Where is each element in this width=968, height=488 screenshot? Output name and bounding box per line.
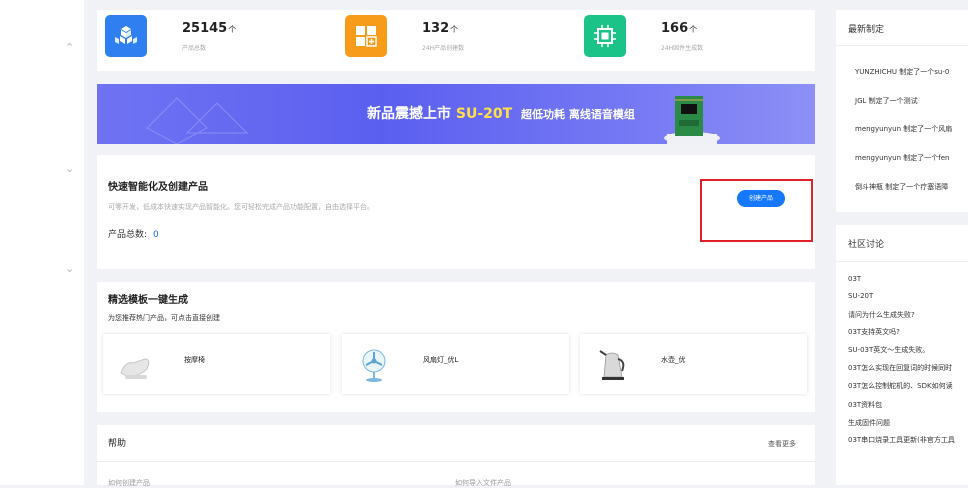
template-card-massage-chair[interactable]: 按摩椅 xyxy=(103,334,330,394)
help-more-link[interactable]: 查看更多 xyxy=(768,439,796,449)
template-card-fan-light[interactable]: 风扇灯_优L xyxy=(342,334,569,394)
help-item[interactable]: 如何创建产品 xyxy=(108,478,150,488)
discussion-item[interactable]: 请问为什么生成失败? xyxy=(848,310,915,320)
product-count: 产品总数: 0 xyxy=(108,230,159,240)
template-name: 水壶_优 xyxy=(661,356,686,364)
recent-item[interactable]: mengyunyun 制定了一个风扇 xyxy=(855,124,952,134)
divider xyxy=(836,45,968,46)
banner-subheadline: 超低功耗 离线语音模组 xyxy=(521,108,635,121)
kettle-image xyxy=(599,350,625,380)
help-title: 帮助 xyxy=(108,439,127,449)
template-card-kettle[interactable]: 水壶_优 xyxy=(580,334,807,394)
products-created-value: 132个 xyxy=(422,21,459,36)
template-name: 风扇灯_优L xyxy=(423,356,459,364)
discussion-item[interactable]: 03T串口烧录工具更新(非官方工具 xyxy=(848,435,955,445)
templates-subtitle: 为您推荐热门产品，可点击直接创建 xyxy=(108,314,220,322)
templates-title: 精选模板一键生成 xyxy=(108,295,188,306)
firmware-chip-icon xyxy=(584,15,626,57)
quick-create-title: 快速智能化及创建产品 xyxy=(108,182,208,193)
chevron-up-icon[interactable]: ⌃ xyxy=(65,42,74,53)
discussion-item[interactable]: 03T怎么控制舵机的、SDK如何读 xyxy=(848,381,953,391)
product-total-caption: 产品总数 xyxy=(182,45,207,52)
create-product-button[interactable]: 创建产品 xyxy=(737,190,785,207)
divider xyxy=(97,461,815,462)
template-name: 按摩椅 xyxy=(184,356,205,364)
stats-card xyxy=(97,10,815,71)
divider xyxy=(836,261,968,262)
product-total-value: 25145个 xyxy=(182,21,237,36)
banner-headline: 新品震撼上市 SU-20T xyxy=(367,106,513,122)
recent-item[interactable]: mengyunyun 制定了一个fen xyxy=(855,153,949,163)
help-card xyxy=(97,425,815,485)
products-created-caption: 24H产品创建数 xyxy=(422,45,465,52)
recent-item[interactable]: 倒斗神瓶 制定了一个疗塞语障 xyxy=(855,182,948,192)
chevron-down-icon[interactable]: ⌄ xyxy=(65,263,74,274)
fan-image xyxy=(362,349,386,382)
banner-decoration-icon xyxy=(146,97,249,144)
discussion-title: 社区讨论 xyxy=(848,240,885,250)
chevron-down-icon[interactable]: ⌄ xyxy=(65,163,74,174)
products-created-icon xyxy=(345,15,387,57)
massage-chair-image xyxy=(120,358,150,379)
quick-create-description: 可零开发，低成本快速实现产品智能化。您可轻松完成产品功能配置，自由选择平台。 xyxy=(108,203,374,211)
discussion-panel xyxy=(836,225,968,485)
discussion-item[interactable]: 03T支持英文吗? xyxy=(848,327,900,337)
discussion-item[interactable]: SU-20T xyxy=(848,292,873,300)
recent-title: 最新制定 xyxy=(848,25,885,35)
product-total-icon xyxy=(105,15,147,57)
module-board-image xyxy=(664,96,720,144)
discussion-item[interactable]: 03T xyxy=(848,275,861,283)
promo-banner[interactable]: 新品震撼上市 SU-20T 超低功耗 离线语音模组 xyxy=(97,84,815,144)
firmware-generated-value: 166个 xyxy=(661,21,698,36)
help-item[interactable]: 如何导入文件产品 xyxy=(455,478,511,488)
highlight-box xyxy=(700,179,813,242)
discussion-item[interactable]: 生成固件问题 xyxy=(848,418,890,428)
discussion-item[interactable]: 03T怎么实现在回复词的时候同时 xyxy=(848,363,952,373)
discussion-item[interactable]: 03T资料包 xyxy=(848,400,882,410)
recent-item[interactable]: YUNZHICHU 制定了一个su-0 xyxy=(855,67,949,77)
discussion-item[interactable]: SU-03T英文～生成失败。 xyxy=(848,345,929,355)
recent-item[interactable]: JGL 制定了一个测试 xyxy=(855,96,918,106)
sidebar: ⌃ ⌄ ⌄ xyxy=(0,0,84,485)
firmware-generated-caption: 24H固件生成数 xyxy=(661,45,704,52)
